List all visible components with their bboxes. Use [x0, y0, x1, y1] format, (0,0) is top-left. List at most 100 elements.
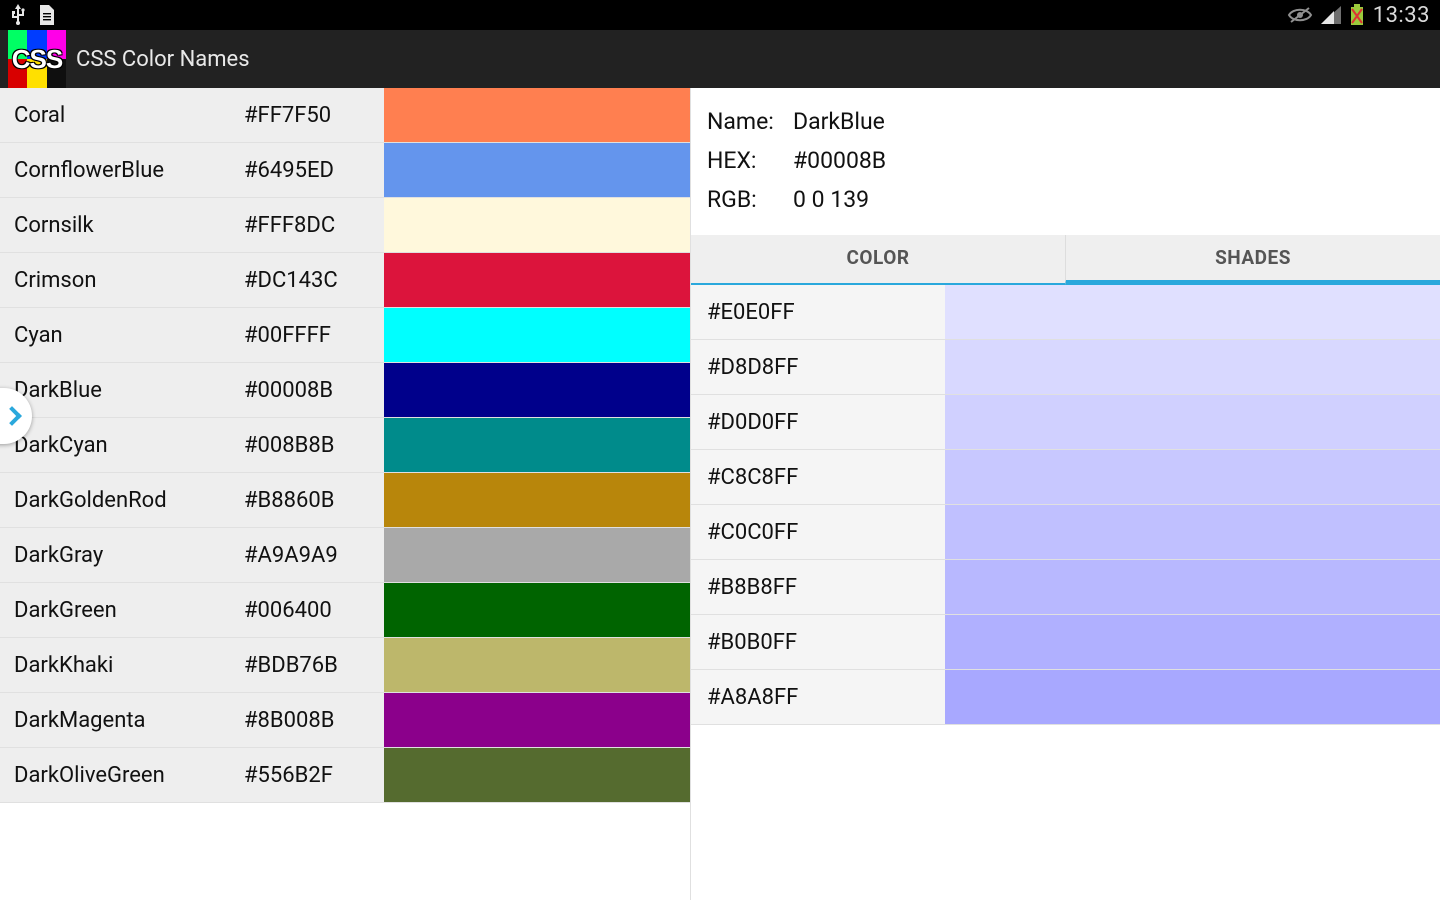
color-name: Crimson — [0, 268, 244, 293]
tab-color[interactable]: COLOR — [691, 235, 1065, 285]
color-swatch — [384, 583, 690, 637]
color-swatch — [384, 693, 690, 747]
status-left — [0, 4, 56, 26]
color-row[interactable]: Cornsilk#FFF8DC — [0, 198, 690, 253]
detail-rgb-label: RGB: — [707, 180, 793, 219]
app-icon-label: CSS — [8, 30, 66, 88]
color-name: DarkKhaki — [0, 653, 244, 678]
shade-swatch — [945, 670, 1440, 724]
color-row[interactable]: Cyan#00FFFF — [0, 308, 690, 363]
shade-row[interactable]: #C0C0FF — [691, 505, 1440, 560]
color-hex: #556B2F — [244, 763, 384, 788]
color-name: DarkOliveGreen — [0, 763, 244, 788]
color-hex: #FFF8DC — [244, 213, 384, 238]
color-name: DarkGray — [0, 543, 244, 568]
color-swatch — [384, 308, 690, 362]
action-bar: CSS CSS Color Names — [0, 30, 1440, 88]
color-row[interactable]: DarkOliveGreen#556B2F — [0, 748, 690, 803]
app-title: CSS Color Names — [76, 47, 250, 72]
color-hex: #BDB76B — [244, 653, 384, 678]
color-row[interactable]: DarkBlue#00008B — [0, 363, 690, 418]
shade-row[interactable]: #E0E0FF — [691, 285, 1440, 340]
color-swatch — [384, 418, 690, 472]
color-row[interactable]: DarkMagenta#8B008B — [0, 693, 690, 748]
eye-off-icon — [1287, 6, 1313, 24]
body: Coral#FF7F50CornflowerBlue#6495EDCornsil… — [0, 88, 1440, 900]
shade-swatch — [945, 560, 1440, 614]
chevron-right-icon — [2, 406, 22, 426]
color-name: DarkGoldenRod — [0, 488, 244, 513]
tabs: COLOR SHADES — [691, 235, 1440, 285]
color-swatch — [384, 143, 690, 197]
color-name: CornflowerBlue — [0, 158, 244, 183]
shade-row[interactable]: #C8C8FF — [691, 450, 1440, 505]
shade-hex: #C0C0FF — [691, 520, 945, 545]
color-swatch — [384, 528, 690, 582]
shade-row[interactable]: #A8A8FF — [691, 670, 1440, 725]
battery-icon — [1349, 4, 1365, 26]
shade-row[interactable]: #B8B8FF — [691, 560, 1440, 615]
color-name: DarkBlue — [0, 378, 244, 403]
status-right: 13:33 — [1287, 3, 1440, 28]
color-swatch — [384, 473, 690, 527]
color-hex: #008B8B — [244, 433, 384, 458]
color-list[interactable]: Coral#FF7F50CornflowerBlue#6495EDCornsil… — [0, 88, 691, 900]
detail-rgb-value: 0 0 139 — [793, 180, 896, 219]
shade-swatch — [945, 615, 1440, 669]
color-row[interactable]: DarkKhaki#BDB76B — [0, 638, 690, 693]
shade-swatch — [945, 505, 1440, 559]
color-swatch — [384, 198, 690, 252]
color-swatch — [384, 748, 690, 802]
color-row[interactable]: DarkCyan#008B8B — [0, 418, 690, 473]
tab-color-label: COLOR — [847, 246, 910, 269]
color-name: Cyan — [0, 323, 244, 348]
detail-name-value: DarkBlue — [793, 102, 896, 141]
color-hex: #00FFFF — [244, 323, 384, 348]
shade-hex: #A8A8FF — [691, 685, 945, 710]
color-hex: #FF7F50 — [244, 103, 384, 128]
tab-shades-label: SHADES — [1215, 246, 1291, 269]
color-name: DarkCyan — [0, 433, 244, 458]
usb-icon — [8, 4, 28, 26]
color-row[interactable]: Crimson#DC143C — [0, 253, 690, 308]
shade-row[interactable]: #D0D0FF — [691, 395, 1440, 450]
tab-shades[interactable]: SHADES — [1065, 235, 1440, 285]
color-hex: #00008B — [244, 378, 384, 403]
color-hex: #A9A9A9 — [244, 543, 384, 568]
color-hex: #B8860B — [244, 488, 384, 513]
color-hex: #8B008B — [244, 708, 384, 733]
color-swatch — [384, 363, 690, 417]
detail-hex-value: #00008B — [793, 141, 896, 180]
shade-row[interactable]: #D8D8FF — [691, 340, 1440, 395]
shade-swatch — [945, 395, 1440, 449]
signal-icon — [1321, 6, 1341, 24]
shade-hex: #D8D8FF — [691, 355, 945, 380]
detail-name-label: Name: — [707, 102, 793, 141]
color-row[interactable]: DarkGoldenRod#B8860B — [0, 473, 690, 528]
color-name: DarkMagenta — [0, 708, 244, 733]
shade-hex: #E0E0FF — [691, 300, 945, 325]
status-bar: 13:33 — [0, 0, 1440, 30]
color-row[interactable]: DarkGray#A9A9A9 — [0, 528, 690, 583]
app-icon[interactable]: CSS — [8, 30, 66, 88]
color-swatch — [384, 638, 690, 692]
shade-row[interactable]: #B0B0FF — [691, 615, 1440, 670]
shade-swatch — [945, 450, 1440, 504]
color-name: Cornsilk — [0, 213, 244, 238]
color-name: Coral — [0, 103, 244, 128]
shade-hex: #D0D0FF — [691, 410, 945, 435]
shade-swatch — [945, 285, 1440, 339]
shade-hex: #B8B8FF — [691, 575, 945, 600]
clock: 13:33 — [1373, 3, 1430, 28]
color-row[interactable]: CornflowerBlue#6495ED — [0, 143, 690, 198]
shades-list[interactable]: #E0E0FF #D8D8FF #D0D0FF #C8C8FF #C0C0FF #B8B8… — [691, 285, 1440, 900]
color-swatch — [384, 253, 690, 307]
screen: 13:33 CSS CSS Color Names — [0, 0, 1440, 900]
color-row[interactable]: DarkGreen#006400 — [0, 583, 690, 638]
color-hex: #006400 — [244, 598, 384, 623]
shade-hex: #B0B0FF — [691, 630, 945, 655]
shade-swatch — [945, 340, 1440, 394]
color-swatch — [384, 88, 690, 142]
detail-pane: Name: DarkBlue HEX: #00008B RGB: 0 0 139 — [691, 88, 1440, 900]
color-row[interactable]: Coral#FF7F50 — [0, 88, 690, 143]
